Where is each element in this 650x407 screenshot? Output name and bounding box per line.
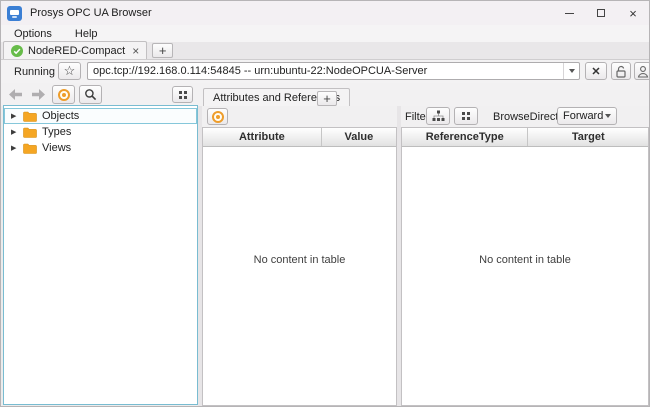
column-header-referencetype[interactable]: ReferenceType bbox=[402, 128, 527, 146]
back-arrow-icon bbox=[9, 89, 23, 100]
close-icon: × bbox=[629, 7, 637, 20]
address-space-tree: ▶ Objects ▶ Types ▶ Views bbox=[3, 105, 198, 405]
tab-nodered-compact[interactable]: NodeRED-Compact × bbox=[3, 41, 147, 59]
back-button[interactable] bbox=[9, 89, 23, 100]
tree-item-label: Views bbox=[42, 142, 71, 154]
address-dropdown-arrow[interactable] bbox=[563, 63, 579, 79]
attributes-table: Attribute Value No content in table bbox=[202, 127, 397, 406]
tree-item-objects[interactable]: ▶ Objects bbox=[4, 108, 197, 124]
server-address-field[interactable] bbox=[87, 62, 580, 80]
grid-squares-icon bbox=[179, 91, 187, 99]
title-bar: Prosys OPC UA Browser × bbox=[1, 1, 649, 25]
tree-item-types[interactable]: ▶ Types bbox=[4, 124, 197, 140]
hierarchy-icon bbox=[432, 110, 445, 122]
grid-squares-icon bbox=[462, 112, 470, 120]
column-header-target[interactable]: Target bbox=[527, 128, 648, 146]
open-lock-icon bbox=[615, 65, 627, 78]
maximize-icon bbox=[597, 9, 605, 17]
connection-status-label: Running bbox=[14, 66, 55, 78]
references-empty-message: No content in table bbox=[402, 254, 648, 266]
orange-target-icon bbox=[212, 111, 224, 123]
window-title: Prosys OPC UA Browser bbox=[30, 7, 152, 19]
expand-arrow-icon[interactable]: ▶ bbox=[11, 128, 23, 136]
forward-arrow-icon bbox=[31, 89, 45, 100]
connected-check-icon bbox=[11, 45, 23, 57]
refresh-button[interactable] bbox=[52, 85, 75, 104]
collapse-all-button[interactable] bbox=[172, 86, 193, 103]
folder-icon bbox=[23, 127, 37, 138]
security-settings-button[interactable] bbox=[611, 62, 631, 80]
app-window: Prosys OPC UA Browser × Options Help Nod… bbox=[0, 0, 650, 407]
refresh-attributes-button[interactable] bbox=[207, 108, 228, 125]
expand-arrow-icon[interactable]: ▶ bbox=[11, 112, 23, 120]
x-icon: ✕ bbox=[591, 65, 600, 78]
favorite-button[interactable]: ☆ bbox=[58, 62, 81, 80]
connection-bar: Running ☆ ✕ bbox=[1, 60, 649, 83]
attributes-table-header: Attribute Value bbox=[203, 128, 396, 147]
close-button[interactable]: × bbox=[617, 1, 649, 25]
new-connection-tab-button[interactable]: + bbox=[152, 43, 173, 58]
menu-bar: Options Help bbox=[1, 25, 649, 42]
person-icon bbox=[637, 65, 649, 78]
expand-arrow-icon[interactable]: ▶ bbox=[11, 144, 23, 152]
attributes-panel: Attribute Value No content in table bbox=[202, 106, 397, 406]
browse-direction-value: Forward bbox=[563, 110, 603, 122]
filter-all-references-button[interactable] bbox=[454, 107, 478, 125]
search-button[interactable] bbox=[79, 85, 102, 104]
app-icon bbox=[7, 6, 22, 21]
browse-direction-dropdown[interactable]: Forward bbox=[557, 107, 617, 125]
attributes-empty-message: No content in table bbox=[203, 254, 396, 266]
forward-button[interactable] bbox=[31, 89, 45, 100]
filter-hierarchical-button[interactable] bbox=[426, 107, 450, 125]
attributes-toolbar bbox=[202, 106, 397, 127]
tree-item-label: Types bbox=[42, 126, 71, 138]
new-panel-tab-button[interactable]: + bbox=[317, 91, 337, 106]
minimize-button[interactable] bbox=[553, 1, 585, 25]
references-table-header: ReferenceType Target bbox=[402, 128, 648, 147]
folder-icon bbox=[23, 111, 37, 122]
magnifier-icon bbox=[84, 88, 97, 101]
window-controls: × bbox=[553, 1, 649, 25]
references-table: ReferenceType Target No content in table bbox=[401, 127, 649, 406]
column-header-value[interactable]: Value bbox=[321, 128, 396, 146]
star-icon: ☆ bbox=[64, 63, 76, 79]
folder-icon bbox=[23, 143, 37, 154]
tree-item-views[interactable]: ▶ Views bbox=[4, 140, 197, 156]
menu-item-help[interactable]: Help bbox=[75, 28, 98, 40]
tab-close-button[interactable]: × bbox=[132, 45, 139, 57]
orange-target-icon bbox=[58, 89, 70, 101]
tree-item-label: Objects bbox=[42, 110, 79, 122]
disconnect-button[interactable]: ✕ bbox=[585, 62, 607, 80]
menu-item-options[interactable]: Options bbox=[14, 28, 52, 40]
chevron-down-icon bbox=[569, 69, 575, 73]
user-authentication-button[interactable] bbox=[634, 62, 650, 80]
chevron-down-icon bbox=[605, 114, 611, 118]
tab-label: NodeRED-Compact bbox=[28, 45, 125, 57]
column-header-attribute[interactable]: Attribute bbox=[203, 128, 321, 146]
session-tab-bar: NodeRED-Compact × + bbox=[1, 42, 649, 60]
server-address-input[interactable] bbox=[88, 65, 563, 77]
references-toolbar: Filters BrowseDirection Forward bbox=[401, 106, 649, 127]
references-panel: Filters BrowseDirection Forward Referenc… bbox=[401, 106, 649, 406]
minimize-icon bbox=[565, 13, 574, 14]
maximize-button[interactable] bbox=[585, 1, 617, 25]
